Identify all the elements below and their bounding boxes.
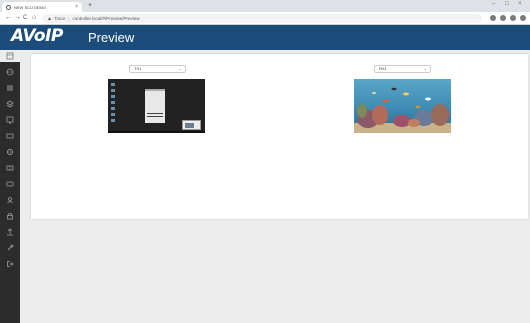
desktop-taskbar	[108, 131, 205, 133]
list-icon[interactable]	[6, 84, 14, 92]
key-icon[interactable]	[490, 15, 496, 21]
desktop-icon	[111, 119, 115, 122]
window-bar	[147, 116, 163, 117]
desktop-icon	[111, 101, 115, 104]
tx-preview-image[interactable]	[108, 79, 205, 133]
aquarium-scene	[354, 87, 451, 133]
maximize-button[interactable]: □	[505, 1, 509, 7]
tx-source-select[interactable]: TX1 ⌄	[129, 65, 186, 73]
app-header: AVoIP Preview	[0, 25, 530, 50]
forward-button[interactable]: →	[14, 14, 21, 22]
chevron-down-icon: ⌄	[423, 66, 427, 71]
sliders-icon[interactable]	[6, 180, 14, 188]
monitor-icon[interactable]	[6, 116, 14, 124]
display-icon[interactable]	[6, 132, 14, 140]
home-button[interactable]: ⌂	[32, 14, 36, 22]
popup-thumbnail	[185, 123, 194, 128]
browser-tab[interactable]: NEW SCU DEMO ×	[2, 2, 82, 12]
settings-icon[interactable]	[6, 148, 14, 156]
sidebar	[0, 50, 20, 323]
dashboard-icon[interactable]	[6, 52, 14, 60]
layers-icon[interactable]	[6, 100, 14, 108]
browser-tab-strip: NEW SCU DEMO × + – □ ×	[0, 0, 530, 12]
rx-select-value: RX1	[379, 66, 387, 71]
url-text[interactable]: controller.local/#/Preview/Preview	[72, 16, 139, 21]
chevron-down-icon: ⌄	[178, 66, 182, 71]
back-button[interactable]: ←	[5, 14, 12, 22]
close-window-button[interactable]: ×	[518, 1, 522, 7]
new-tab-button[interactable]: +	[88, 2, 92, 10]
desktop-popup	[182, 120, 201, 130]
lock-icon[interactable]	[6, 212, 14, 220]
globe-icon[interactable]	[6, 68, 14, 76]
wrench-icon[interactable]	[6, 244, 14, 252]
tab-close-icon[interactable]: ×	[75, 4, 78, 10]
tab-title: NEW SCU DEMO	[14, 4, 46, 10]
globe-favicon-icon	[6, 4, 11, 10]
rx-preview-image[interactable]	[354, 79, 451, 133]
omnibox-separator: |	[68, 16, 70, 21]
desktop-icon	[111, 95, 115, 98]
warning-triangle-icon: ▲	[47, 15, 52, 22]
window-bar	[147, 113, 163, 114]
user-icon[interactable]	[6, 196, 14, 204]
omnibox[interactable]: ▲ Trace | controller.local/#/Preview/Pre…	[42, 14, 482, 23]
star-icon[interactable]	[510, 15, 516, 21]
desktop-window	[145, 89, 165, 123]
desktop-icon	[111, 83, 115, 86]
desktop-icon	[111, 89, 115, 92]
preview-panel: TX1 ⌄ RX1 ⌄	[31, 54, 528, 219]
upload-icon[interactable]	[6, 228, 14, 236]
grid-icon[interactable]	[6, 164, 14, 172]
profile-icon[interactable]	[520, 15, 526, 21]
tx-select-value: TX1	[134, 66, 142, 71]
not-secure-label: Trace	[53, 16, 66, 21]
desktop-icon	[111, 113, 115, 116]
translate-icon[interactable]	[500, 15, 506, 21]
desktop-icon	[111, 107, 115, 110]
minimize-button[interactable]: –	[492, 1, 495, 7]
logout-icon[interactable]	[6, 260, 14, 268]
reload-button[interactable]: C	[23, 14, 27, 22]
address-bar-row: ← → C ⌂ ▲ Trace | controller.local/#/Pre…	[0, 12, 530, 25]
avoip-logo: AVoIP	[11, 26, 63, 46]
rx-source-select[interactable]: RX1 ⌄	[374, 65, 431, 73]
page-title: Preview	[88, 30, 135, 45]
